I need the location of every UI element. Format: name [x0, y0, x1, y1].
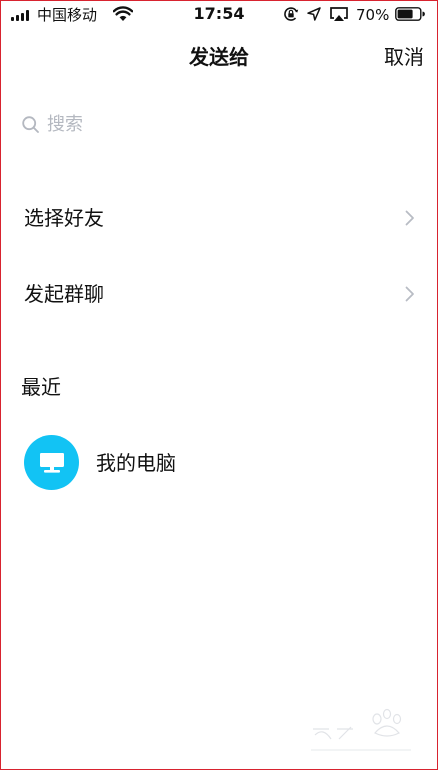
carrier-name: 中国移动: [37, 6, 98, 24]
search-placeholder: 搜索: [47, 114, 83, 135]
cellular-signal-icon: [11, 10, 29, 21]
recent-item-my-computer[interactable]: 我的电脑: [1, 433, 437, 495]
airplay-icon: [330, 7, 348, 21]
wifi-icon: [113, 6, 133, 21]
chevron-right-icon: [405, 210, 414, 226]
page-title: 发送给: [189, 45, 249, 69]
location-arrow-icon: [307, 7, 321, 21]
orientation-lock-icon: [284, 7, 299, 21]
menu-item-select-friends[interactable]: 选择好友: [1, 188, 437, 248]
search-icon: [22, 116, 39, 133]
menu-item-start-group-chat[interactable]: 发起群聊: [1, 264, 437, 324]
battery-percent: 70%: [356, 6, 390, 24]
search-input[interactable]: 搜索: [21, 111, 417, 139]
chevron-right-icon: [405, 286, 414, 302]
avatar: [24, 435, 79, 490]
status-icons: [283, 6, 349, 22]
recent-section-title: 最近: [21, 375, 61, 399]
baidu-watermark-logo: [311, 708, 411, 751]
screen-frame: 中国移动 17:54 70% 发送给 取消 搜索 选择好友 发起群聊 最近 我的…: [0, 0, 438, 770]
menu-item-label: 选择好友: [24, 206, 104, 230]
recent-item-name: 我的电脑: [96, 451, 176, 475]
status-bar: 中国移动 17:54 70%: [1, 1, 437, 29]
menu-item-label: 发起群聊: [24, 282, 104, 306]
cancel-button[interactable]: 取消: [384, 43, 424, 71]
battery-icon: [395, 7, 425, 21]
computer-monitor-icon: [39, 452, 64, 473]
